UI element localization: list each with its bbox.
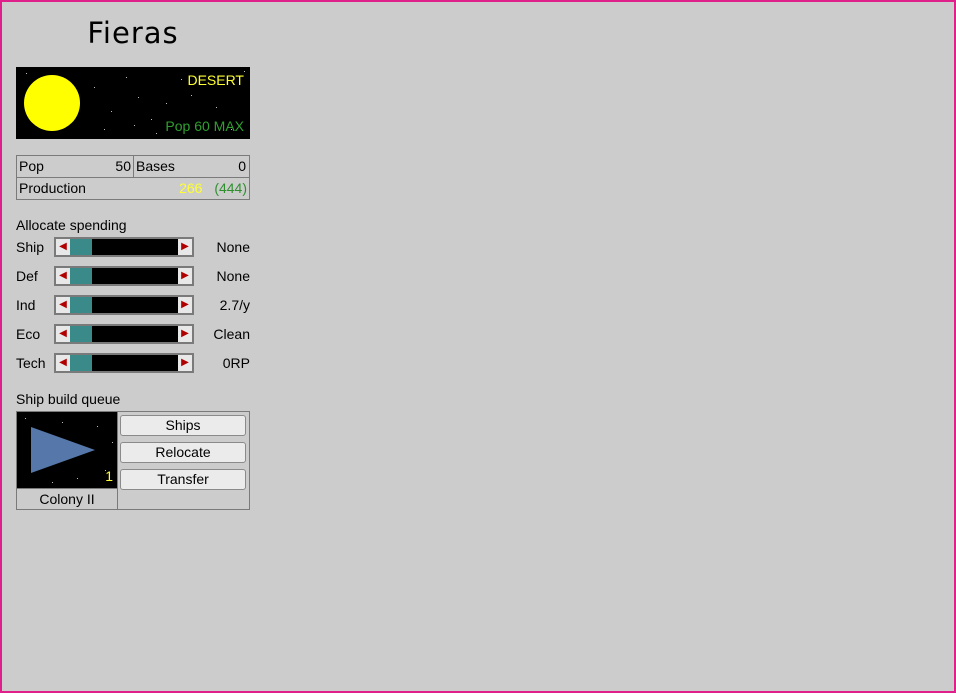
planet-stats-table: Pop 50 Bases 0 Production 266 (444) [16,155,250,200]
slider-fill[interactable] [70,326,92,342]
production-label: Production [19,180,86,196]
planet-name: Fieras [87,16,179,50]
slider-fill[interactable] [70,239,92,255]
queue-divider [117,412,118,509]
ship-view[interactable]: 1 [17,412,117,488]
production-max: (444) [214,180,247,196]
right-arrow-icon[interactable]: ▶ [178,355,192,371]
planet-view: DESERT Pop 60 MAX [16,67,250,139]
ship-icon [31,427,95,473]
ship-design-name: Colony II [17,488,117,510]
slider-fill[interactable] [70,297,92,313]
eco-slider[interactable]: ◀ ▶ [54,324,194,344]
planet-climate: DESERT [187,72,244,88]
alloc-value: Clean [213,326,250,342]
ship-count: 1 [105,468,113,484]
alloc-row-tech: Tech ◀ ▶ 0RP [16,353,250,373]
slider-track[interactable] [70,326,178,342]
slider-fill[interactable] [70,355,92,371]
slider-track[interactable] [70,268,178,284]
bases-cell: Bases 0 [133,156,248,177]
planet-pop-max: Pop 60 MAX [165,118,244,134]
alloc-value: 2.7/y [219,297,250,313]
transfer-button[interactable]: Transfer [120,469,246,490]
alloc-value: None [216,268,250,284]
alloc-value: None [216,239,250,255]
pop-cell: Pop 50 [17,156,133,177]
alloc-row-ind: Ind ◀ ▶ 2.7/y [16,295,250,315]
slider-track[interactable] [70,355,178,371]
left-arrow-icon[interactable]: ◀ [56,268,70,284]
production-cell: Production 266 (444) [17,178,249,199]
tech-slider[interactable]: ◀ ▶ [54,353,194,373]
left-arrow-icon[interactable]: ◀ [56,326,70,342]
right-arrow-icon[interactable]: ▶ [178,297,192,313]
alloc-label: Tech [16,355,46,371]
alloc-value: 0RP [222,355,250,371]
bases-value: 0 [238,158,246,174]
alloc-row-ship: Ship ◀ ▶ None [16,237,250,257]
right-arrow-icon[interactable]: ▶ [178,239,192,255]
slider-track[interactable] [70,297,178,313]
slider-fill[interactable] [70,268,92,284]
alloc-row-def: Def ◀ ▶ None [16,266,250,286]
alloc-label: Def [16,268,38,284]
alloc-row-eco: Eco ◀ ▶ Clean [16,324,250,344]
build-queue-header: Ship build queue [16,391,121,407]
build-queue-panel: 1 Colony II Ships Relocate Transfer [16,411,250,510]
ind-slider[interactable]: ◀ ▶ [54,295,194,315]
alloc-label: Eco [16,326,41,342]
bases-label: Bases [136,158,175,174]
right-arrow-icon[interactable]: ▶ [178,268,192,284]
alloc-label: Ind [16,297,36,313]
left-arrow-icon[interactable]: ◀ [56,297,70,313]
alloc-label: Ship [16,239,45,255]
ships-button[interactable]: Ships [120,415,246,436]
ship-slider[interactable]: ◀ ▶ [54,237,194,257]
sun-icon [24,75,80,131]
production-current: 266 [179,180,203,196]
relocate-button[interactable]: Relocate [120,442,246,463]
pop-value: 50 [115,158,131,174]
slider-track[interactable] [70,239,178,255]
def-slider[interactable]: ◀ ▶ [54,266,194,286]
allocate-header: Allocate spending [16,217,127,233]
right-arrow-icon[interactable]: ▶ [178,326,192,342]
left-arrow-icon[interactable]: ◀ [56,239,70,255]
left-arrow-icon[interactable]: ◀ [56,355,70,371]
pop-label: Pop [19,158,44,174]
